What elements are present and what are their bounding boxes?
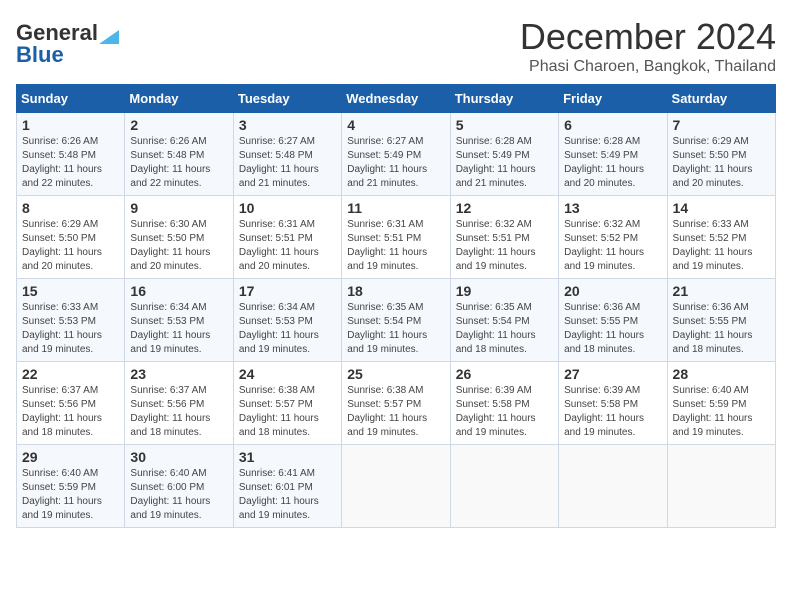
- day-cell-26: 26 Sunrise: 6:39 AMSunset: 5:58 PMDaylig…: [450, 362, 558, 445]
- header-friday: Friday: [559, 85, 667, 113]
- header-monday: Monday: [125, 85, 233, 113]
- day-cell-24: 24 Sunrise: 6:38 AMSunset: 5:57 PMDaylig…: [233, 362, 341, 445]
- logo-arrow-icon: [99, 22, 119, 44]
- day-cell-21: 21 Sunrise: 6:36 AMSunset: 5:55 PMDaylig…: [667, 279, 775, 362]
- day-cell-6: 6 Sunrise: 6:28 AMSunset: 5:49 PMDayligh…: [559, 113, 667, 196]
- empty-cell: [342, 445, 450, 528]
- day-cell-23: 23 Sunrise: 6:37 AMSunset: 5:56 PMDaylig…: [125, 362, 233, 445]
- day-cell-13: 13 Sunrise: 6:32 AMSunset: 5:52 PMDaylig…: [559, 196, 667, 279]
- day-cell-19: 19 Sunrise: 6:35 AMSunset: 5:54 PMDaylig…: [450, 279, 558, 362]
- day-cell-3: 3 Sunrise: 6:27 AMSunset: 5:48 PMDayligh…: [233, 113, 341, 196]
- day-cell-14: 14 Sunrise: 6:33 AMSunset: 5:52 PMDaylig…: [667, 196, 775, 279]
- day-cell-7: 7 Sunrise: 6:29 AMSunset: 5:50 PMDayligh…: [667, 113, 775, 196]
- day-cell-9: 9 Sunrise: 6:30 AMSunset: 5:50 PMDayligh…: [125, 196, 233, 279]
- page-header: General Blue December 2024 Phasi Charoen…: [16, 16, 776, 76]
- day-cell-12: 12 Sunrise: 6:32 AMSunset: 5:51 PMDaylig…: [450, 196, 558, 279]
- empty-cell: [450, 445, 558, 528]
- day-cell-29: 29 Sunrise: 6:40 AMSunset: 5:59 PMDaylig…: [17, 445, 125, 528]
- day-cell-15: 15 Sunrise: 6:33 AMSunset: 5:53 PMDaylig…: [17, 279, 125, 362]
- day-cell-17: 17 Sunrise: 6:34 AMSunset: 5:53 PMDaylig…: [233, 279, 341, 362]
- day-cell-16: 16 Sunrise: 6:34 AMSunset: 5:53 PMDaylig…: [125, 279, 233, 362]
- day-cell-20: 20 Sunrise: 6:36 AMSunset: 5:55 PMDaylig…: [559, 279, 667, 362]
- header-tuesday: Tuesday: [233, 85, 341, 113]
- table-row: 15 Sunrise: 6:33 AMSunset: 5:53 PMDaylig…: [17, 279, 776, 362]
- day-cell-4: 4 Sunrise: 6:27 AMSunset: 5:49 PMDayligh…: [342, 113, 450, 196]
- day-cell-1: 1 Sunrise: 6:26 AMSunset: 5:48 PMDayligh…: [17, 113, 125, 196]
- day-cell-5: 5 Sunrise: 6:28 AMSunset: 5:49 PMDayligh…: [450, 113, 558, 196]
- day-cell-2: 2 Sunrise: 6:26 AMSunset: 5:48 PMDayligh…: [125, 113, 233, 196]
- header-wednesday: Wednesday: [342, 85, 450, 113]
- day-cell-10: 10 Sunrise: 6:31 AMSunset: 5:51 PMDaylig…: [233, 196, 341, 279]
- title-block: December 2024 Phasi Charoen, Bangkok, Th…: [520, 16, 776, 76]
- month-title: December 2024: [520, 16, 776, 58]
- table-row: 29 Sunrise: 6:40 AMSunset: 5:59 PMDaylig…: [17, 445, 776, 528]
- day-cell-27: 27 Sunrise: 6:39 AMSunset: 5:58 PMDaylig…: [559, 362, 667, 445]
- header-thursday: Thursday: [450, 85, 558, 113]
- logo: General Blue: [16, 16, 119, 68]
- logo-blue-text: Blue: [16, 42, 64, 68]
- weekday-header-row: Sunday Monday Tuesday Wednesday Thursday…: [17, 85, 776, 113]
- day-cell-11: 11 Sunrise: 6:31 AMSunset: 5:51 PMDaylig…: [342, 196, 450, 279]
- empty-cell: [667, 445, 775, 528]
- table-row: 1 Sunrise: 6:26 AMSunset: 5:48 PMDayligh…: [17, 113, 776, 196]
- header-saturday: Saturday: [667, 85, 775, 113]
- empty-cell: [559, 445, 667, 528]
- day-cell-30: 30 Sunrise: 6:40 AMSunset: 6:00 PMDaylig…: [125, 445, 233, 528]
- header-sunday: Sunday: [17, 85, 125, 113]
- day-cell-31: 31 Sunrise: 6:41 AMSunset: 6:01 PMDaylig…: [233, 445, 341, 528]
- table-row: 22 Sunrise: 6:37 AMSunset: 5:56 PMDaylig…: [17, 362, 776, 445]
- day-cell-28: 28 Sunrise: 6:40 AMSunset: 5:59 PMDaylig…: [667, 362, 775, 445]
- table-row: 8 Sunrise: 6:29 AMSunset: 5:50 PMDayligh…: [17, 196, 776, 279]
- day-cell-8: 8 Sunrise: 6:29 AMSunset: 5:50 PMDayligh…: [17, 196, 125, 279]
- day-cell-18: 18 Sunrise: 6:35 AMSunset: 5:54 PMDaylig…: [342, 279, 450, 362]
- day-cell-25: 25 Sunrise: 6:38 AMSunset: 5:57 PMDaylig…: [342, 362, 450, 445]
- day-cell-22: 22 Sunrise: 6:37 AMSunset: 5:56 PMDaylig…: [17, 362, 125, 445]
- location-title: Phasi Charoen, Bangkok, Thailand: [520, 58, 776, 76]
- calendar-table: Sunday Monday Tuesday Wednesday Thursday…: [16, 84, 776, 528]
